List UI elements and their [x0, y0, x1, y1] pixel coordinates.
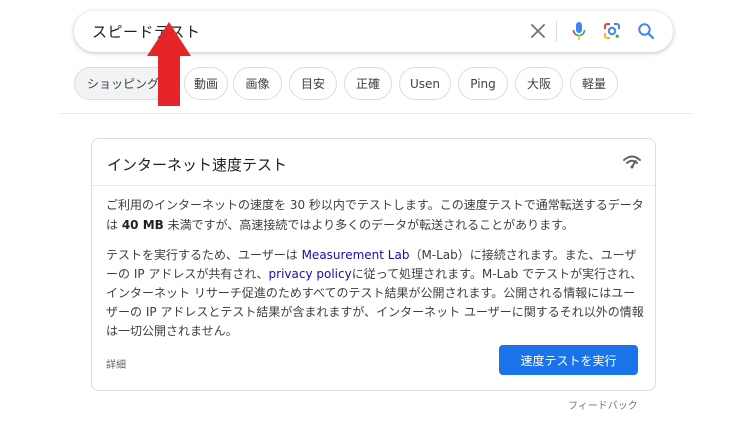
search-icon[interactable]	[635, 20, 657, 42]
red-arrow-icon	[147, 22, 191, 106]
wifi-signal-icon	[623, 155, 641, 169]
description-paragraph: ご利用のインターネットの速度を 30 秒以内でテストします。この速度テストで通常…	[106, 196, 644, 235]
chip-osaka[interactable]: 大阪	[515, 67, 563, 100]
privacy-policy-link[interactable]: privacy policy	[269, 267, 352, 281]
chip-guideline[interactable]: 目安	[289, 67, 337, 100]
speed-test-card: インターネット速度テスト ご利用のインターネットの速度を 30 秒以内でテストし…	[91, 138, 656, 391]
feedback-link[interactable]: フィードバック	[568, 397, 638, 412]
card-header: インターネット速度テスト	[92, 139, 655, 186]
chip-light[interactable]: 軽量	[570, 67, 618, 100]
chip-images[interactable]: 画像	[233, 67, 282, 100]
chip-accurate[interactable]: 正確	[344, 67, 392, 100]
measurement-lab-link[interactable]: Measurement Lab	[302, 248, 410, 262]
lens-icon[interactable]	[601, 20, 623, 42]
card-title: インターネット速度テスト	[107, 156, 288, 174]
details-link[interactable]: 詳細	[106, 356, 126, 371]
para2-text: テストを実行するため、ユーザーは	[106, 248, 302, 262]
results-divider	[60, 113, 693, 114]
privacy-paragraph: テストを実行するため、ユーザーは Measurement Lab（M-Lab）に…	[106, 246, 644, 341]
close-icon[interactable]	[527, 20, 549, 42]
chip-usen[interactable]: Usen	[399, 67, 451, 100]
search-divider	[556, 21, 557, 42]
run-speed-test-button[interactable]: 速度テストを実行	[499, 345, 638, 375]
data-size: 40 MB	[121, 217, 164, 232]
microphone-icon[interactable]	[568, 20, 590, 42]
chip-ping[interactable]: Ping	[458, 67, 508, 100]
para1-text-end: 未満ですが、高速接続ではより多くのデータが転送されることがあります。	[163, 217, 574, 232]
